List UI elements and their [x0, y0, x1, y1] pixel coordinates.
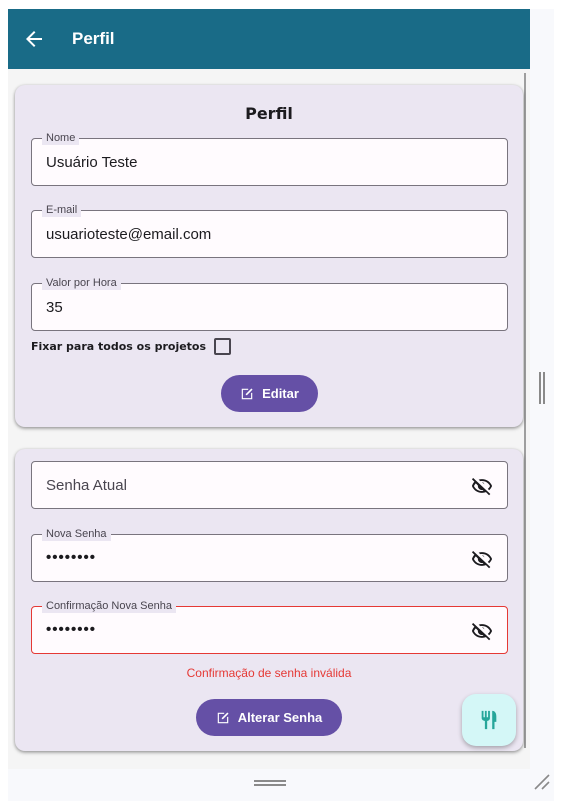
name-field-label: Nome [42, 131, 80, 146]
side-panel [530, 9, 554, 769]
bottom-bar [8, 769, 554, 801]
scrollbar[interactable] [524, 73, 526, 748]
hourly-rate-field-label: Valor por Hora [42, 276, 121, 291]
fix-all-projects-checkbox[interactable] [214, 338, 232, 355]
email-field-value: usuarioteste@email.com [46, 226, 212, 243]
profile-card-title: Perfil [245, 104, 293, 123]
email-field-label: E-mail [42, 203, 82, 218]
email-field[interactable]: E-mail usuarioteste@email.com [31, 203, 508, 258]
current-password-placeholder: Senha Atual [46, 477, 127, 494]
fix-all-projects-row: Fixar para todos os projetos [31, 338, 232, 355]
confirm-password-value: •••••••• [46, 621, 97, 638]
splitter-handle-icon[interactable] [538, 372, 546, 404]
change-password-button[interactable]: Alterar Senha [196, 699, 342, 736]
restaurant-icon [481, 710, 497, 730]
edit-icon [217, 711, 229, 723]
confirm-password-label: Confirmação Nova Senha [42, 599, 176, 614]
eye-off-icon[interactable] [471, 548, 493, 570]
current-password-field[interactable]: Senha Atual [31, 461, 508, 509]
hourly-rate-field-value: 35 [46, 299, 63, 316]
restaurant-fab[interactable] [462, 694, 516, 746]
edit-button-label: Editar [262, 386, 299, 401]
password-card: Senha Atual Nova Senha •••••••• Confirma… [15, 449, 523, 751]
name-field-value: Usuário Teste [46, 154, 138, 171]
confirm-password-field[interactable]: Confirmação Nova Senha •••••••• [31, 599, 508, 654]
hourly-rate-field[interactable]: Valor por Hora 35 [31, 276, 508, 331]
fix-all-projects-label: Fixar para todos os projetos [31, 340, 207, 353]
app-bar: Perfil [8, 9, 530, 69]
resize-grip-icon[interactable] [534, 774, 550, 790]
profile-card: Perfil Nome Usuário Teste E-mail usuario… [15, 85, 523, 427]
app-window: Perfil Perfil Nome Usuário Teste E-mail … [8, 9, 530, 769]
arrow-left-icon[interactable] [22, 27, 46, 51]
change-password-label: Alterar Senha [237, 710, 323, 725]
password-error-message: Confirmação de senha inválida [186, 666, 352, 680]
new-password-value: •••••••• [46, 549, 97, 566]
eye-off-icon[interactable] [471, 620, 493, 642]
name-field[interactable]: Nome Usuário Teste [31, 131, 508, 186]
new-password-field[interactable]: Nova Senha •••••••• [31, 527, 508, 582]
edit-icon [241, 387, 253, 399]
edit-button[interactable]: Editar [221, 375, 318, 412]
new-password-label: Nova Senha [42, 527, 111, 542]
drag-handle-icon[interactable] [254, 779, 286, 787]
eye-off-icon[interactable] [471, 475, 493, 497]
page-title: Perfil [72, 29, 115, 48]
